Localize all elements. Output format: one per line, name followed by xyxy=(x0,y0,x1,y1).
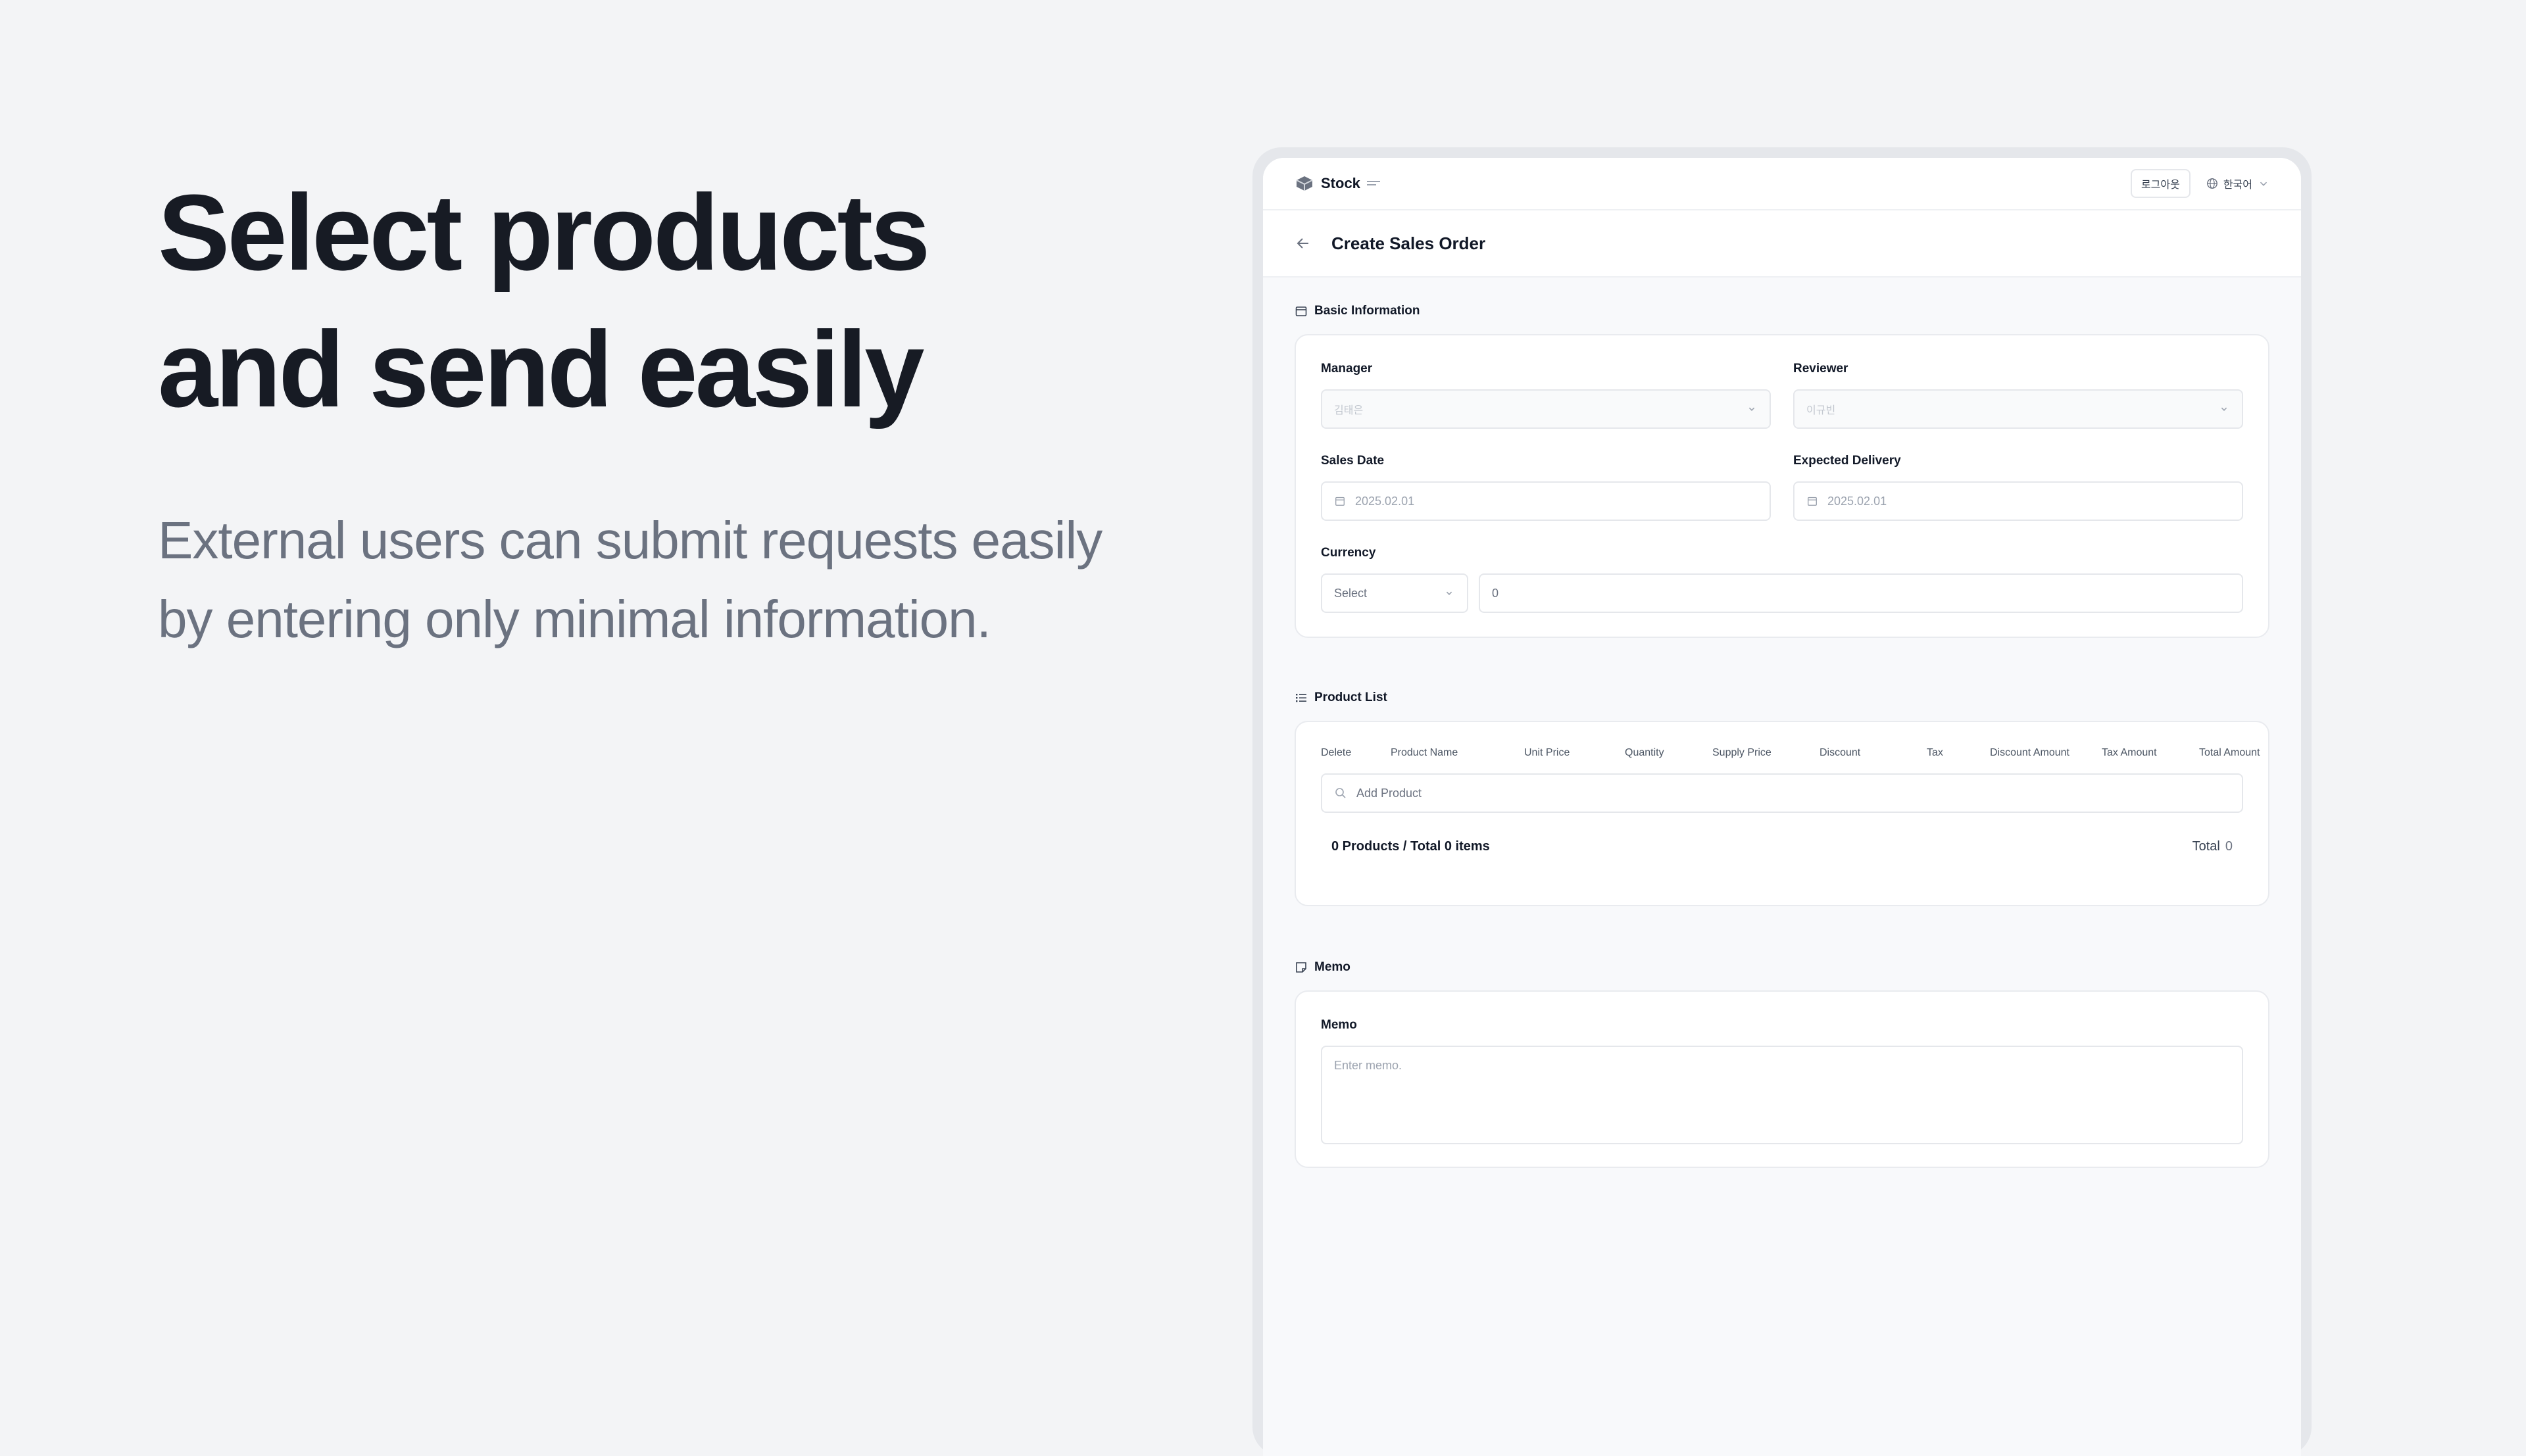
search-icon xyxy=(1335,788,1346,798)
section-title: Basic Information xyxy=(1314,304,1420,318)
sales-date-field: Sales Date 2025.02.01 xyxy=(1321,454,1771,521)
expected-delivery-label: Expected Delivery xyxy=(1793,454,1901,468)
currency-select[interactable]: Select xyxy=(1321,573,1468,613)
manager-value: 김태은 xyxy=(1334,404,1364,416)
reviewer-field: Reviewer 이규빈 xyxy=(1793,362,2243,429)
list-icon xyxy=(1296,694,1306,702)
logo-lines-icon xyxy=(1366,181,1380,185)
currency-field: Currency Select 0 xyxy=(1321,546,2243,613)
total-value: 0 xyxy=(2225,839,2233,854)
app-window: Stock 로그아웃 한국어 Create Sales Order Basic … xyxy=(1263,158,2301,1456)
column-header: Product Name xyxy=(1391,747,1458,758)
globe-icon xyxy=(2206,178,2217,189)
top-bar: Stock 로그아웃 한국어 xyxy=(1263,158,2301,210)
product-list-card: Delete Product Name Unit Price Quantity … xyxy=(1295,721,2269,906)
sales-date-label: Sales Date xyxy=(1321,454,1385,468)
manager-label: Manager xyxy=(1321,362,1373,376)
reviewer-label: Reviewer xyxy=(1793,362,1848,376)
chevron-down-icon xyxy=(2221,407,2227,411)
chevron-down-icon xyxy=(1748,407,1755,411)
total-amount: Total 0 xyxy=(2192,839,2233,854)
hero-title: Select products and send easily xyxy=(158,164,1184,438)
total-label: Total xyxy=(2192,839,2220,854)
column-header: Tax Amount xyxy=(2102,747,2157,758)
memo-textarea[interactable]: Enter memo. xyxy=(1321,1046,2243,1144)
back-arrow-icon[interactable] xyxy=(1295,235,1312,252)
column-header: Unit Price xyxy=(1524,747,1570,758)
section-title: Memo xyxy=(1314,960,1350,974)
section-header: Memo xyxy=(1295,960,2269,975)
section-title: Product List xyxy=(1314,691,1387,704)
section-header: Product List xyxy=(1295,691,2269,705)
add-product-input[interactable]: Add Product xyxy=(1321,773,2243,813)
logo[interactable]: Stock xyxy=(1295,175,1381,192)
currency-amount-input[interactable]: 0 xyxy=(1479,573,2243,613)
basic-information-section: Basic Information Manager 김태은 Reviewer 이… xyxy=(1295,304,2269,638)
product-count: 0 Products / Total 0 items xyxy=(1331,839,1490,854)
manager-field: Manager 김태은 xyxy=(1321,362,1771,429)
expected-delivery-value: 2025.02.01 xyxy=(1827,494,1887,508)
device-frame: Stock 로그아웃 한국어 Create Sales Order Basic … xyxy=(1252,147,2312,1456)
column-header: Total Amount xyxy=(2199,747,2260,758)
hero-subtitle-line-1: External users can submit requests easil… xyxy=(158,511,1102,570)
column-header: Discount Amount xyxy=(1990,747,2069,758)
hero-subtitle-line-2: by entering only minimal information. xyxy=(158,590,991,648)
top-bar-actions: 로그아웃 한국어 xyxy=(2130,169,2269,198)
column-header: Tax xyxy=(1927,747,1943,758)
product-list-section: Product List Delete Product Name Unit Pr… xyxy=(1295,691,2269,906)
basic-information-card: Manager 김태은 Reviewer 이규빈 Sales Date 2025… xyxy=(1295,334,2269,638)
language-label: 한국어 xyxy=(2223,178,2252,191)
product-summary: 0 Products / Total 0 items Total 0 xyxy=(1296,813,2268,854)
memo-icon xyxy=(1296,962,1306,973)
section-header: Basic Information xyxy=(1295,304,2269,318)
hero-title-line-1: Select products xyxy=(158,172,930,293)
calendar-icon xyxy=(1808,497,1817,506)
currency-select-value: Select xyxy=(1334,586,1368,600)
column-header: Delete xyxy=(1321,747,1352,758)
currency-amount-value: 0 xyxy=(1492,586,1499,600)
chevron-down-icon xyxy=(1446,591,1452,595)
memo-section: Memo Memo Enter memo. xyxy=(1295,960,2269,1168)
chevron-down-icon xyxy=(2260,182,2267,186)
hero: Select products and send easily External… xyxy=(158,164,1184,659)
calendar-icon xyxy=(1335,497,1345,506)
language-select[interactable]: 한국어 xyxy=(2206,176,2269,191)
product-table-header: Delete Product Name Unit Price Quantity … xyxy=(1296,722,2268,759)
memo-label: Memo xyxy=(1321,1018,1357,1032)
expected-delivery-input[interactable]: 2025.02.01 xyxy=(1793,481,2243,521)
hero-subtitle: External users can submit requests easil… xyxy=(158,501,1184,659)
reviewer-select[interactable]: 이규빈 xyxy=(1793,389,2243,429)
memo-card: Memo Enter memo. xyxy=(1295,990,2269,1168)
logout-button[interactable]: 로그아웃 xyxy=(2130,169,2191,198)
logo-text: Stock xyxy=(1321,175,1360,191)
column-header: Supply Price xyxy=(1712,747,1771,758)
reviewer-value: 이규빈 xyxy=(1806,404,1836,416)
page-title: Create Sales Order xyxy=(1331,233,1486,253)
logo-icon xyxy=(1296,176,1313,191)
add-product-placeholder: Add Product xyxy=(1356,786,1422,800)
hero-title-line-2: and send easily xyxy=(158,309,924,429)
column-header: Discount xyxy=(1820,747,1861,758)
sales-date-value: 2025.02.01 xyxy=(1355,494,1415,508)
expected-delivery-field: Expected Delivery 2025.02.01 xyxy=(1793,454,2243,521)
column-header: Quantity xyxy=(1625,747,1664,758)
sales-date-input[interactable]: 2025.02.01 xyxy=(1321,481,1771,521)
memo-placeholder: Enter memo. xyxy=(1334,1059,1402,1072)
calendar-icon xyxy=(1295,306,1307,316)
manager-select[interactable]: 김태은 xyxy=(1321,389,1771,429)
page-header: Create Sales Order xyxy=(1263,210,2301,278)
currency-label: Currency xyxy=(1321,546,1376,560)
